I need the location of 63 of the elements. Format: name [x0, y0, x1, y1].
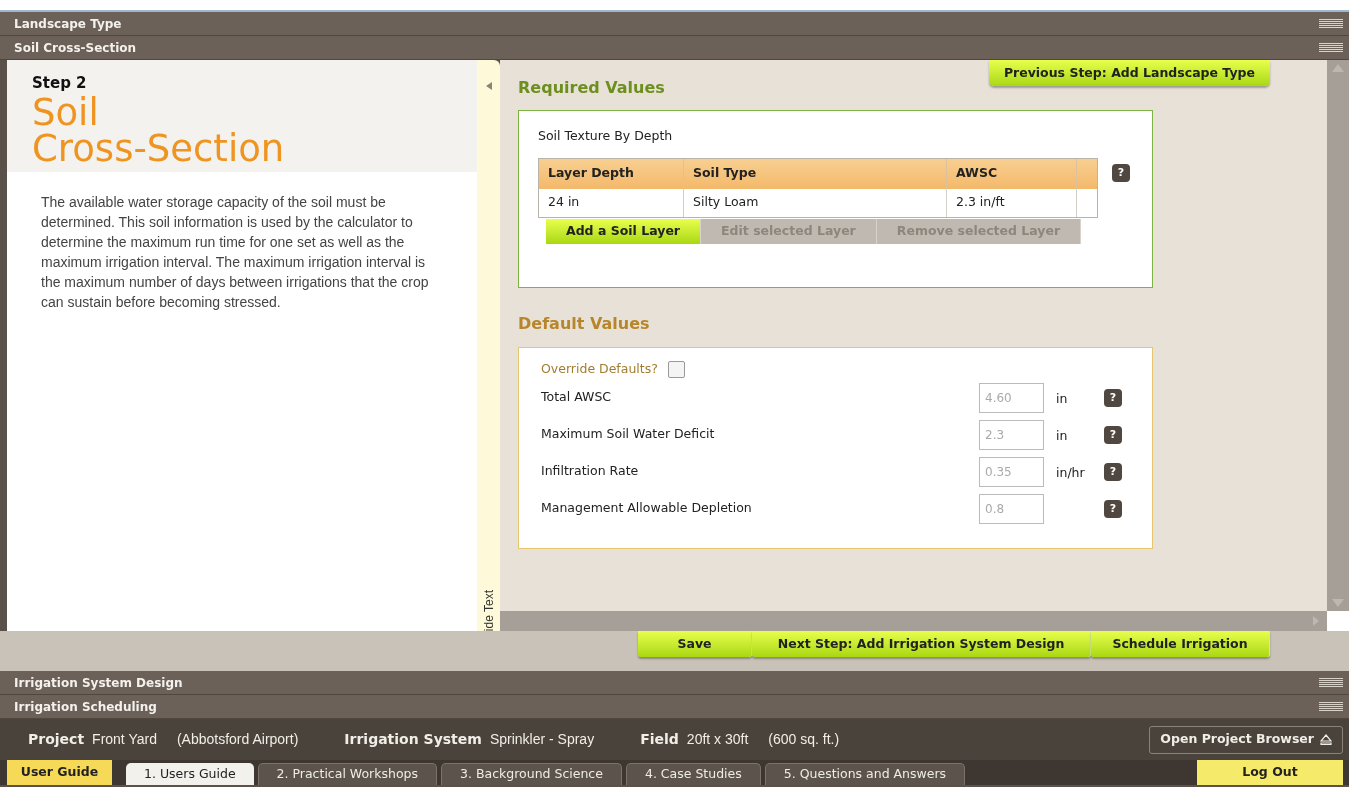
guide-tab[interactable]: 4. Case Studies	[625, 763, 761, 785]
action-button[interactable]: Save	[638, 631, 752, 657]
step-label: Step 2	[32, 73, 88, 94]
grip-icon	[1319, 19, 1343, 28]
step-description: The available water storage capacity of the soil must be determined. This soil information is used by the calculator to determine the maximum run time for one set as well as the maximum irrigation interval. The maximum irrigation interval is the maximum number of days between irrigations that the crop can sustain before becoming stressed.	[40, 193, 430, 312]
info-value: Sprinkler - Spray	[489, 730, 595, 749]
scroll-up-icon[interactable]	[1332, 62, 1344, 72]
section-title: Soil Cross-Section	[14, 39, 137, 57]
unit-label: in	[1056, 427, 1068, 443]
column-header: AWSC	[947, 158, 1077, 189]
info-value: (600 sq. ft.)	[768, 730, 840, 749]
info-value: Front Yard	[92, 730, 157, 749]
scroll-down-icon[interactable]	[1332, 599, 1344, 609]
side-toggle-label: ide Text	[480, 589, 497, 631]
guide-tab[interactable]: 3. Background Science	[441, 763, 622, 785]
column-header: Soil Type	[684, 158, 947, 189]
table-button[interactable]: Add a Soil Layer	[546, 218, 702, 244]
section-header[interactable]: Irrigation System Design	[0, 671, 1349, 695]
table-cell: 2.3 in/ft	[947, 188, 1077, 217]
info-value: (Abbotsford Airport)	[176, 730, 299, 749]
field-label: Total AWSC	[541, 388, 613, 407]
unit-label: in	[1056, 390, 1068, 406]
guide-tab[interactable]: 1. Users Guide	[126, 763, 254, 785]
field-label: Maximum Soil Water Deficit	[541, 425, 716, 444]
info-label: Project	[28, 730, 85, 749]
section-heading: Required Values	[518, 77, 665, 99]
unit-label: in/hr	[1056, 464, 1085, 480]
column-header: Layer Depth	[539, 158, 684, 189]
section-header[interactable]: Soil Cross-Section	[0, 36, 1349, 60]
scrollbar-corner	[1327, 611, 1349, 631]
grip-icon	[1319, 43, 1343, 52]
action-button[interactable]: Previous Step: Add Landscape Type	[988, 60, 1270, 86]
guide-tab[interactable]: 5. Questions and Answers	[764, 763, 966, 785]
help-button[interactable]: ?	[1112, 163, 1130, 182]
step-title: Cross-Section	[32, 130, 286, 167]
grip-icon	[1319, 678, 1343, 687]
section-title: Landscape Type	[14, 15, 122, 33]
user-guide-label: User Guide	[7, 760, 112, 785]
collapse-arrow-icon	[485, 82, 492, 90]
info-value: 20ft x 30ft	[686, 730, 749, 749]
table-cell: Silty Loam	[684, 188, 947, 217]
override-checkbox[interactable]	[667, 360, 685, 378]
section-title: Irrigation Scheduling	[14, 698, 157, 716]
eject-icon	[1320, 734, 1332, 745]
field-label: Management Allowable Depletion	[541, 499, 753, 518]
action-button[interactable]: Next Step: Add Irrigation System Design	[752, 631, 1091, 657]
logout-button[interactable]: Log Out	[1197, 760, 1343, 785]
section-heading: Default Values	[518, 313, 651, 335]
guide-tab[interactable]: 2. Practical Workshops	[257, 763, 438, 785]
table-cell: 24 in	[539, 188, 684, 217]
grip-icon	[1319, 702, 1343, 711]
info-label: Irrigation System	[344, 730, 482, 749]
section-header[interactable]: Irrigation Scheduling	[0, 695, 1349, 719]
info-label: Field	[640, 730, 679, 749]
action-button[interactable]: Schedule Irrigation	[1091, 631, 1270, 657]
side-toggle[interactable]: ide Text	[477, 60, 500, 631]
section-title: Irrigation System Design	[14, 674, 183, 692]
table-title: Soil Texture By Depth	[538, 127, 674, 145]
section-header[interactable]: Landscape Type	[0, 12, 1349, 36]
step-title: Soil	[32, 94, 99, 131]
project-browser-button[interactable]: Open Project Browser	[1149, 725, 1343, 754]
override-label: Override Defaults?	[541, 360, 658, 378]
field-label: Infiltration Rate	[541, 462, 640, 481]
